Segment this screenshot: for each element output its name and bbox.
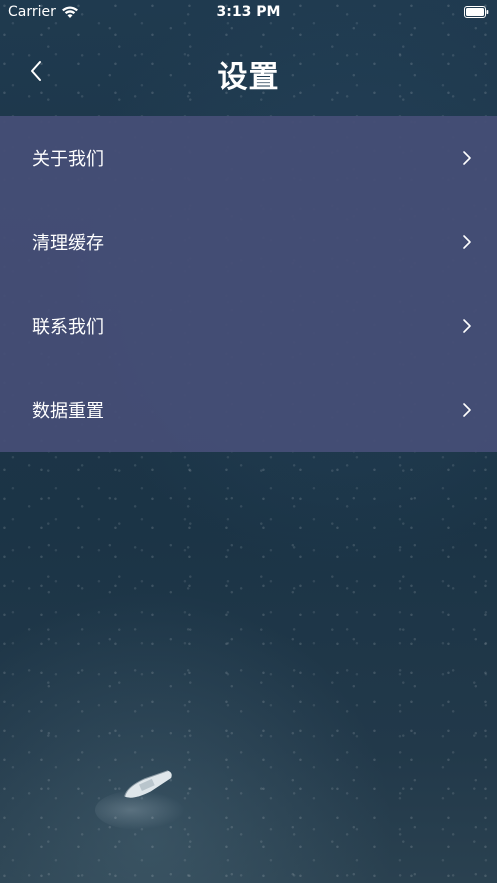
menu-item-reset-data[interactable]: 数据重置	[0, 368, 497, 452]
status-time: 3:13 PM	[216, 4, 281, 20]
menu-item-about-us[interactable]: 关于我们	[0, 116, 497, 200]
settings-menu: 关于我们 清理缓存 联系我们 数据重置	[0, 116, 497, 452]
navigation-bar: 设置	[0, 26, 497, 116]
menu-item-label: 关于我们	[32, 149, 104, 170]
chevron-right-icon	[463, 319, 471, 333]
menu-item-contact-us[interactable]: 联系我们	[0, 284, 497, 368]
battery-icon	[464, 6, 489, 18]
settings-screen: Carrier 3:13 PM 设置 关于我们 清理缓存 联系我们 数据重置	[0, 0, 497, 883]
status-bar: Carrier 3:13 PM	[0, 0, 497, 26]
menu-item-label: 清理缓存	[32, 233, 104, 254]
menu-item-label: 联系我们	[32, 317, 104, 338]
menu-item-clear-cache[interactable]: 清理缓存	[0, 200, 497, 284]
chevron-right-icon	[463, 151, 471, 165]
chevron-right-icon	[463, 403, 471, 417]
chevron-right-icon	[463, 235, 471, 249]
page-title: 设置	[217, 60, 280, 95]
menu-item-label: 数据重置	[32, 401, 104, 422]
